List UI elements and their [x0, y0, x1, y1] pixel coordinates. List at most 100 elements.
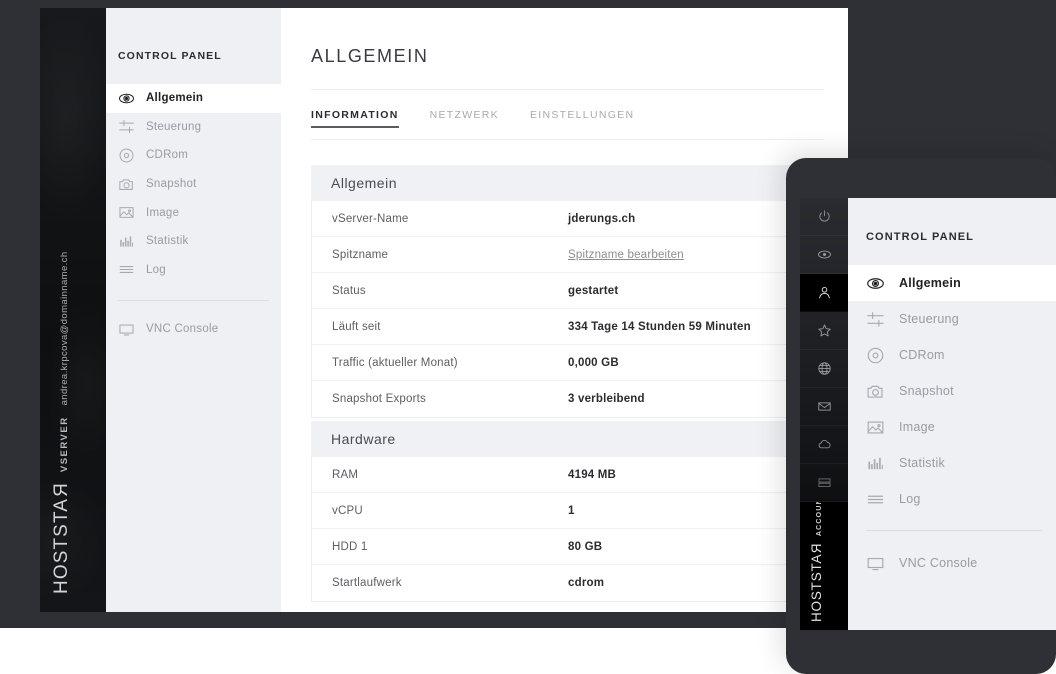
sidebar-item-label: Snapshot [146, 178, 197, 191]
sidebar-item-label: Allgemein [146, 92, 204, 105]
row-value: 0,000 GB [568, 356, 619, 369]
user-icon[interactable] [800, 274, 848, 312]
eye-icon[interactable] [800, 236, 848, 274]
eye-icon [866, 274, 885, 293]
brand-rail-text: HOSTSTAR VSERVER andrea.krpcova@domainna… [51, 251, 73, 594]
row-key: Läuft seit [332, 320, 381, 333]
edit-nickname-link[interactable]: Spitzname bearbeiten [568, 249, 684, 261]
row-key: vServer-Name [332, 212, 409, 225]
panel-allgemein: Allgemein vServer-Name jderungs.ch Spitz… [311, 165, 824, 418]
row-key: Traffic (aktueller Monat) [332, 356, 458, 369]
sidebar-title: CONTROL PANEL [118, 50, 222, 62]
sidebar-item-steuerung[interactable]: Steuerung [106, 113, 281, 142]
brand-account-email: andrea.krpcova@domainname.ch [59, 251, 70, 406]
sidebar-item-vnc-console[interactable]: VNC Console [106, 315, 281, 344]
sidebar-item-label: Statistik [146, 235, 189, 248]
row-key: Startlaufwerk [332, 577, 402, 589]
sidebar-item-snapshot[interactable]: Snapshot [106, 170, 281, 199]
row-key: Status [332, 284, 366, 297]
mobile-sidebar-item-label: VNC Console [899, 556, 978, 570]
image-icon [866, 418, 885, 437]
page-title: ALLGEMEIN [311, 46, 429, 66]
sliders-icon [118, 118, 135, 135]
mobile-device-frame: HOSTSTAR ACCOUNT CONTROL PANEL Allgemein… [786, 158, 1056, 674]
tab-divider [311, 139, 824, 140]
tab-einstellungen[interactable]: EINSTELLUNGEN [530, 109, 634, 128]
mobile-sidebar-bottom-nav: VNC Console [848, 545, 1056, 581]
sidebar: CONTROL PANEL Allgemein Steuerung CDRom … [106, 8, 281, 612]
mobile-sidebar-item-log[interactable]: Log [848, 481, 1056, 517]
main-content: ALLGEMEIN INFORMATION NETZWERK EINSTELLU… [281, 8, 848, 612]
image-icon [118, 204, 135, 221]
sidebar-nav: Allgemein Steuerung CDRom Snapshot Image… [106, 84, 281, 284]
sidebar-divider [118, 300, 269, 302]
mobile-sidebar-title: CONTROL PANEL [866, 231, 975, 243]
mobile-brand-section: ACCOUNT [816, 502, 823, 537]
sidebar-item-label: CDRom [146, 149, 189, 162]
power-icon[interactable] [800, 198, 848, 236]
mobile-sidebar-item-label: Statistik [899, 456, 946, 470]
table-row: vCPU 1 [312, 493, 823, 529]
sidebar-item-label: Steuerung [146, 120, 202, 133]
mail-icon[interactable] [800, 388, 848, 426]
bar-chart-icon [866, 454, 885, 473]
mobile-sidebar-item-label: Image [899, 420, 935, 434]
row-value: 4194 MB [568, 468, 617, 481]
sidebar-bottom-nav: VNC Console [106, 315, 281, 344]
table-row: Spitzname Spitzname bearbeiten [312, 237, 823, 273]
sidebar-item-label: VNC Console [146, 323, 219, 336]
globe-icon[interactable] [800, 350, 848, 388]
camera-icon [866, 382, 885, 401]
mobile-sidebar-item-steuerung[interactable]: Steuerung [848, 301, 1056, 337]
mobile-sidebar-item-vnc-console[interactable]: VNC Console [848, 545, 1056, 581]
disc-icon [866, 346, 885, 365]
mobile-sidebar-item-snapshot[interactable]: Snapshot [848, 373, 1056, 409]
brand-rail: HOSTSTAR VSERVER andrea.krpcova@domainna… [40, 8, 106, 612]
table-row: HDD 1 80 GB [312, 529, 823, 565]
sidebar-item-label: Image [146, 206, 180, 219]
sidebar-item-image[interactable]: Image [106, 198, 281, 227]
table-row: vServer-Name jderungs.ch [312, 201, 823, 237]
row-value: 1 [568, 504, 575, 517]
row-key: vCPU [332, 504, 363, 517]
mobile-sidebar-item-statistik[interactable]: Statistik [848, 445, 1056, 481]
mobile-sidebar-item-label: Allgemein [899, 276, 961, 290]
row-value: gestartet [568, 284, 619, 297]
mobile-sidebar-item-label: Snapshot [899, 384, 954, 398]
monitor-icon [866, 554, 885, 573]
row-value: jderungs.ch [568, 212, 636, 225]
row-value: 80 GB [568, 540, 603, 553]
row-value: 334 Tage 14 Stunden 59 Minuten [568, 320, 751, 333]
sidebar-item-statistik[interactable]: Statistik [106, 227, 281, 256]
tab-information[interactable]: INFORMATION [311, 109, 399, 128]
table-row: Läuft seit 334 Tage 14 Stunden 59 Minute… [312, 309, 823, 345]
mobile-sidebar-item-image[interactable]: Image [848, 409, 1056, 445]
mobile-sidebar-item-allgemein[interactable]: Allgemein [848, 265, 1056, 301]
mobile-sidebar: CONTROL PANEL Allgemein Steuerung CDRom … [848, 198, 1056, 630]
sidebar-item-log[interactable]: Log [106, 256, 281, 285]
sidebar-item-label: Log [146, 263, 166, 276]
sidebar-item-cdrom[interactable]: CDRom [106, 141, 281, 170]
table-row: Startlaufwerk cdrom [312, 565, 823, 601]
mobile-sidebar-item-cdrom[interactable]: CDRom [848, 337, 1056, 373]
list-icon [866, 490, 885, 509]
mobile-brand-rail: HOSTSTAR ACCOUNT [800, 502, 848, 630]
panel-title: Hardware [311, 421, 824, 457]
bar-chart-icon [118, 233, 135, 250]
row-value: 3 verbleibend [568, 393, 645, 405]
row-key: HDD 1 [332, 540, 368, 553]
sliders-icon [866, 310, 885, 329]
star-icon[interactable] [800, 312, 848, 350]
server-icon[interactable] [800, 464, 848, 502]
table-row: Snapshot Exports 3 verbleibend [312, 381, 823, 417]
disc-icon [118, 147, 135, 164]
mobile-sidebar-divider [866, 530, 1042, 531]
camera-icon [118, 176, 135, 193]
row-value: cdrom [568, 577, 605, 589]
panel-title: Allgemein [311, 165, 824, 201]
sidebar-item-allgemein[interactable]: Allgemein [106, 84, 281, 113]
list-icon [118, 261, 135, 278]
cloud-icon[interactable] [800, 426, 848, 464]
tab-bar: INFORMATION NETZWERK EINSTELLUNGEN [311, 90, 824, 128]
tab-netzwerk[interactable]: NETZWERK [430, 109, 499, 128]
